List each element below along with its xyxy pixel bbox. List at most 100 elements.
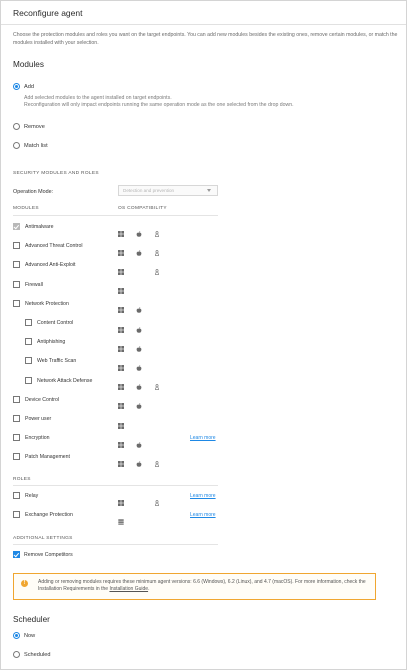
operation-mode-dropdown[interactable]: Detection and prevention (118, 185, 218, 196)
remove-competitors-checkbox[interactable] (13, 551, 20, 558)
additional-settings-header: ADDITIONAL SETTINGS (13, 536, 73, 541)
warning-icon: ! (21, 580, 28, 587)
linux-icon (154, 377, 160, 391)
modules-column-header: MODULES (13, 206, 39, 211)
add-note-line-1: Add selected modules to the agent instal… (24, 95, 172, 101)
antiphishing-checkbox[interactable] (25, 338, 32, 346)
windows-icon (118, 377, 124, 391)
windows-icon (118, 262, 124, 275)
page-description: Choose the protection modules and roles … (13, 32, 398, 46)
power-user-checkbox[interactable] (13, 415, 20, 422)
roles-divider (13, 485, 218, 486)
match-list-radio[interactable] (13, 142, 20, 149)
linux-icon (154, 224, 160, 237)
windows-icon (118, 416, 124, 429)
apple-icon (136, 454, 142, 467)
os-compatibility-column-header: OS COMPATIBILITY (118, 206, 167, 211)
content-control-checkbox[interactable] (25, 319, 32, 326)
windows-icon (118, 435, 124, 448)
remove-radio[interactable] (13, 123, 20, 130)
apple-icon (136, 300, 142, 314)
encryption-checkbox[interactable] (13, 434, 20, 442)
firewall-label: Firewall (25, 281, 43, 288)
device-control-label: Device Control (25, 396, 60, 403)
advanced-anti-exploit-checkbox[interactable] (13, 261, 20, 269)
apple-icon (136, 243, 142, 256)
scheduler-section-title: Scheduler (13, 615, 50, 624)
windows-icon (118, 243, 124, 256)
web-traffic-scan-checkbox[interactable] (25, 357, 32, 365)
now-radio-label: Now (24, 633, 36, 639)
network-attack-defense-checkbox[interactable] (25, 376, 32, 384)
linux-icon (154, 262, 160, 275)
reconfigure-agent-panel: Reconfigure agent Choose the protection … (0, 0, 407, 670)
version-warning-alert: ! Adding or removing modules requires th… (13, 573, 376, 600)
device-control-checkbox[interactable] (13, 395, 20, 403)
relay-label: Relay (25, 493, 39, 499)
security-modules-header: SECURITY MODULES AND ROLES (13, 171, 99, 176)
patch-management-label: Patch Management (25, 454, 70, 461)
exchange-protection-label: Exchange Protection (25, 512, 73, 518)
learn-more-link[interactable]: Learn more (190, 493, 216, 499)
network-protection-label: Network Protection (25, 300, 69, 307)
antimalware-checkbox[interactable] (13, 223, 20, 230)
header-divider (13, 215, 218, 216)
windows-icon (118, 281, 124, 295)
apple-icon (136, 435, 142, 448)
scheduled-radio[interactable] (13, 651, 20, 658)
remove-competitors-label: Remove Competitors (24, 552, 73, 558)
apple-icon (136, 320, 142, 333)
windows-icon (118, 339, 124, 352)
add-note-line-2: Reconfiguration will only impact endpoin… (24, 102, 294, 108)
advanced-threat-control-checkbox[interactable] (13, 242, 20, 250)
advanced-threat-control-label: Advanced Threat Control (25, 243, 83, 250)
power-user-label: Power user (25, 416, 52, 422)
alert-message: Adding or removing modules requires thes… (38, 579, 373, 593)
apple-icon (136, 224, 142, 237)
now-radio[interactable] (13, 632, 20, 639)
patch-management-checkbox[interactable] (13, 453, 20, 461)
apple-icon (136, 377, 142, 390)
apple-icon (136, 339, 142, 352)
network-protection-checkbox[interactable] (13, 299, 20, 307)
windows-icon (118, 224, 124, 237)
add-radio[interactable] (13, 83, 20, 90)
installation-guide-link[interactable]: Installation Guide (109, 586, 148, 592)
network-attack-defense-label: Network Attack Defense (37, 377, 93, 384)
relay-checkbox[interactable] (13, 492, 20, 499)
modules-section-title: Modules (13, 60, 44, 69)
operation-mode-label: Operation Mode: (13, 189, 54, 195)
page-title: Reconfigure agent (13, 8, 83, 18)
apple-icon (136, 396, 142, 410)
roles-header: ROLES (13, 477, 31, 482)
content-control-label: Content Control (37, 320, 74, 326)
remove-radio-label: Remove (24, 124, 45, 130)
encryption-label: Encryption (25, 435, 50, 442)
linux-icon (154, 493, 160, 506)
scheduled-radio-label: Scheduled (24, 652, 51, 658)
alert-text: Adding or removing modules requires thes… (38, 579, 366, 592)
learn-more-link[interactable]: Learn more (190, 512, 216, 518)
operation-mode-value: Detection and prevention (123, 188, 175, 193)
web-traffic-scan-label: Web Traffic Scan (37, 358, 77, 365)
windows-icon (118, 493, 124, 506)
firewall-checkbox[interactable] (13, 280, 20, 288)
alert-text-end: . (148, 586, 150, 592)
antiphishing-label: Antiphishing (37, 339, 66, 346)
exchange-protection-checkbox[interactable] (13, 511, 20, 518)
apple-icon (136, 358, 142, 371)
advanced-anti-exploit-label: Advanced Anti-Exploit (25, 262, 76, 269)
chevron-down-icon (207, 189, 211, 192)
windows-icon (118, 454, 124, 467)
title-bar: Reconfigure agent (1, 1, 406, 25)
windows-icon (118, 300, 124, 314)
learn-more-link[interactable]: Learn more (190, 435, 216, 441)
windows-icon (118, 396, 124, 410)
match-list-radio-label: Match list (24, 143, 48, 149)
windows-icon (118, 358, 124, 371)
add-radio-label: Add (24, 84, 34, 90)
linux-icon (154, 454, 160, 467)
server-icon (118, 512, 124, 525)
linux-icon (154, 243, 160, 256)
windows-icon (118, 320, 124, 333)
